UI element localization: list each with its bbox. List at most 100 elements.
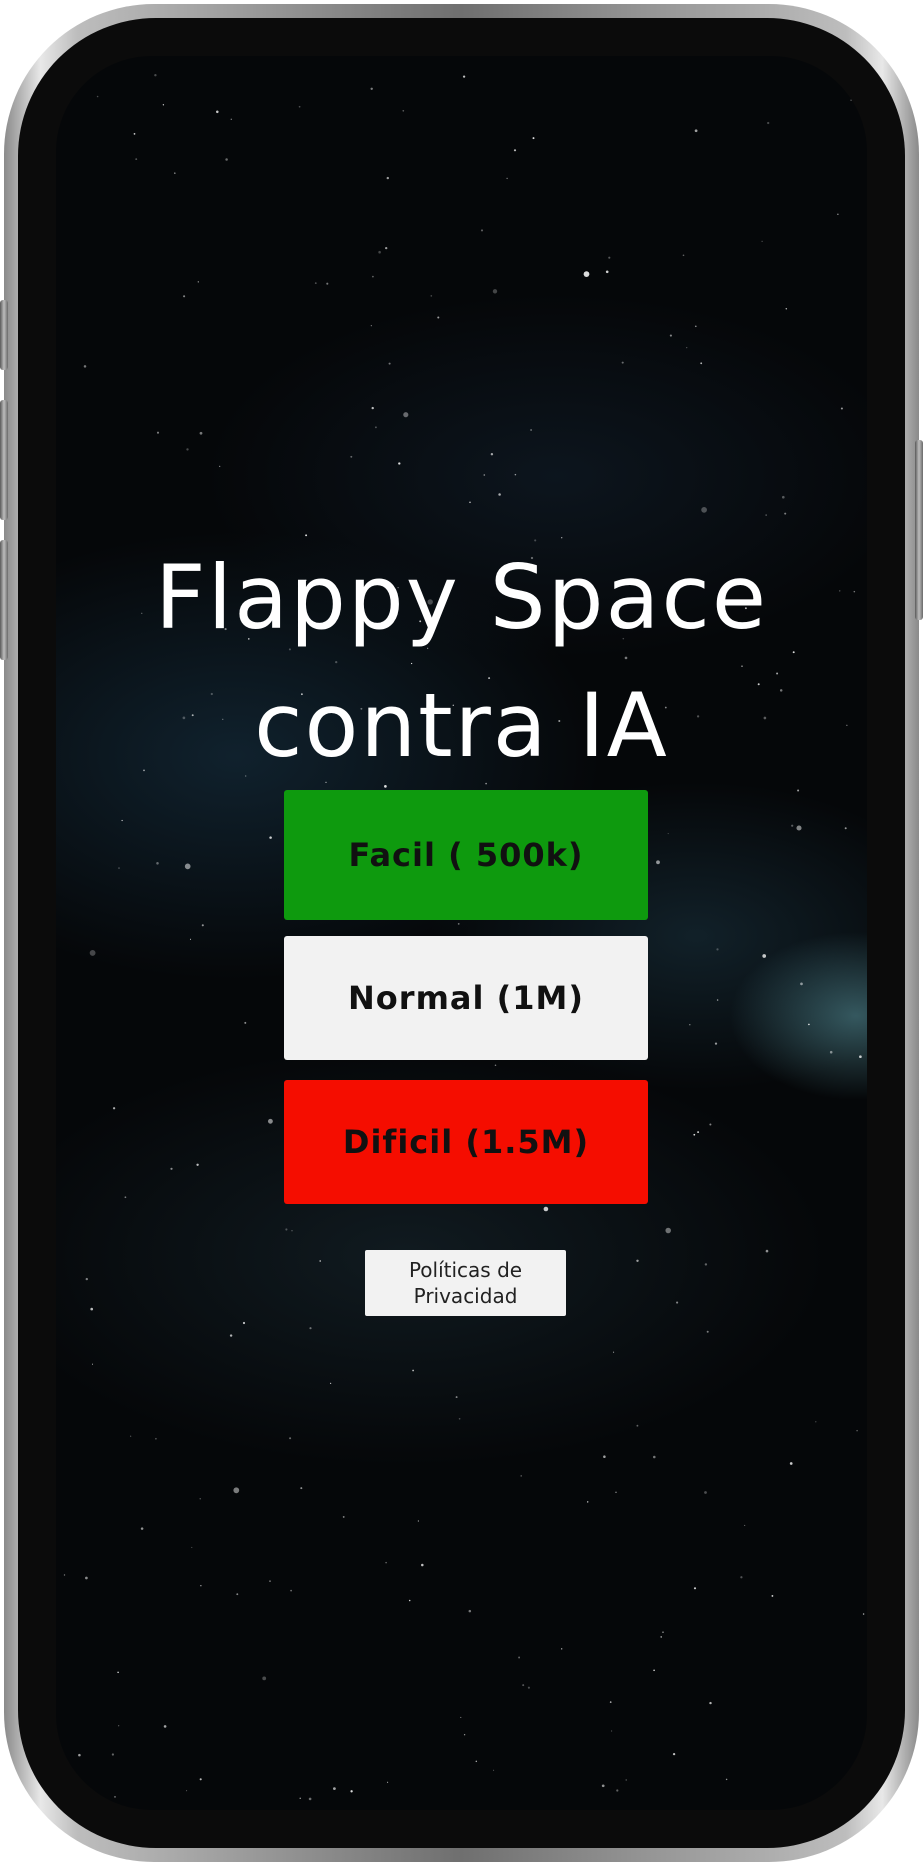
star (329, 1382, 332, 1385)
hard-difficulty-button[interactable]: Dificil (1.5M) (284, 1080, 648, 1204)
star (490, 452, 494, 456)
star (791, 824, 794, 827)
star (856, 1429, 858, 1432)
star (784, 512, 787, 515)
phone-side-button (0, 400, 8, 520)
star (403, 412, 409, 418)
star (800, 982, 803, 986)
normal-difficulty-label: Normal (1M) (348, 979, 584, 1017)
star (219, 465, 221, 468)
star (669, 334, 672, 337)
star (462, 75, 466, 78)
star (201, 924, 204, 927)
star (660, 1636, 662, 1638)
star (767, 121, 770, 125)
star (693, 1587, 697, 1590)
star (72, 1771, 75, 1773)
star (385, 1561, 387, 1564)
star (460, 1716, 462, 1718)
star (408, 1599, 411, 1602)
star (374, 426, 377, 429)
star (518, 1656, 521, 1659)
star (191, 1546, 193, 1548)
game-title-line-1: Flappy Space (155, 546, 768, 649)
star (162, 104, 165, 106)
star (611, 1730, 613, 1732)
star (421, 1563, 424, 1567)
star (314, 282, 317, 284)
hard-difficulty-label: Dificil (1.5M) (342, 1123, 590, 1161)
star (455, 1396, 458, 1399)
star (608, 256, 611, 259)
star (308, 1797, 312, 1801)
star (682, 254, 685, 257)
star (85, 1576, 88, 1580)
star (561, 1648, 563, 1650)
star (463, 1734, 466, 1736)
star (840, 407, 843, 410)
star (494, 1064, 497, 1066)
game-title: Flappy Space contra IA (56, 534, 867, 790)
star (124, 1196, 127, 1199)
star (616, 1789, 619, 1792)
star (85, 1277, 88, 1281)
star (370, 87, 373, 90)
star (269, 836, 272, 839)
star (613, 1351, 615, 1353)
star (118, 1725, 120, 1727)
star (262, 1676, 267, 1681)
star (530, 429, 533, 431)
game-screen: Flappy Space contra IA Facil ( 500k) Nor… (56, 56, 867, 1810)
star (653, 1455, 656, 1459)
star (398, 462, 401, 465)
star (714, 1042, 718, 1045)
game-title-line-2: contra IA (254, 674, 669, 777)
star (709, 1123, 712, 1126)
star (319, 1260, 322, 1262)
starfield-background (63, 74, 865, 1810)
star (704, 1263, 708, 1266)
star (513, 149, 517, 152)
star (114, 1795, 116, 1798)
star (615, 1491, 617, 1493)
easy-difficulty-label: Facil ( 500k) (348, 836, 584, 874)
star (135, 158, 138, 161)
phone-side-button (0, 300, 8, 370)
star (333, 1787, 336, 1790)
star (186, 1790, 188, 1792)
star (697, 1131, 700, 1134)
star (480, 229, 484, 232)
star (765, 1249, 769, 1253)
star (829, 1050, 833, 1054)
star (522, 1684, 525, 1687)
star (91, 1363, 94, 1365)
star (498, 493, 501, 496)
easy-difficulty-button[interactable]: Facil ( 500k) (284, 790, 648, 920)
star (844, 827, 847, 830)
star (186, 448, 189, 451)
star (850, 99, 852, 101)
star (430, 295, 433, 297)
star (653, 1669, 655, 1672)
star (130, 1435, 132, 1437)
star (309, 1327, 312, 1330)
star (233, 1487, 240, 1494)
star (605, 270, 609, 274)
star (244, 1021, 247, 1024)
star (387, 1781, 389, 1783)
star (493, 1769, 495, 1771)
star (417, 1520, 420, 1522)
star (140, 1527, 144, 1530)
star (371, 406, 374, 410)
star (225, 158, 228, 161)
star (89, 949, 96, 956)
star (785, 308, 788, 310)
star (837, 213, 839, 215)
star (78, 1753, 81, 1757)
star (83, 365, 87, 368)
phone-side-button (0, 540, 8, 660)
star (350, 1790, 353, 1793)
normal-difficulty-button[interactable]: Normal (1M) (284, 936, 648, 1060)
star (90, 1307, 94, 1311)
privacy-policy-button[interactable]: Políticas de Privacidad (365, 1250, 566, 1316)
